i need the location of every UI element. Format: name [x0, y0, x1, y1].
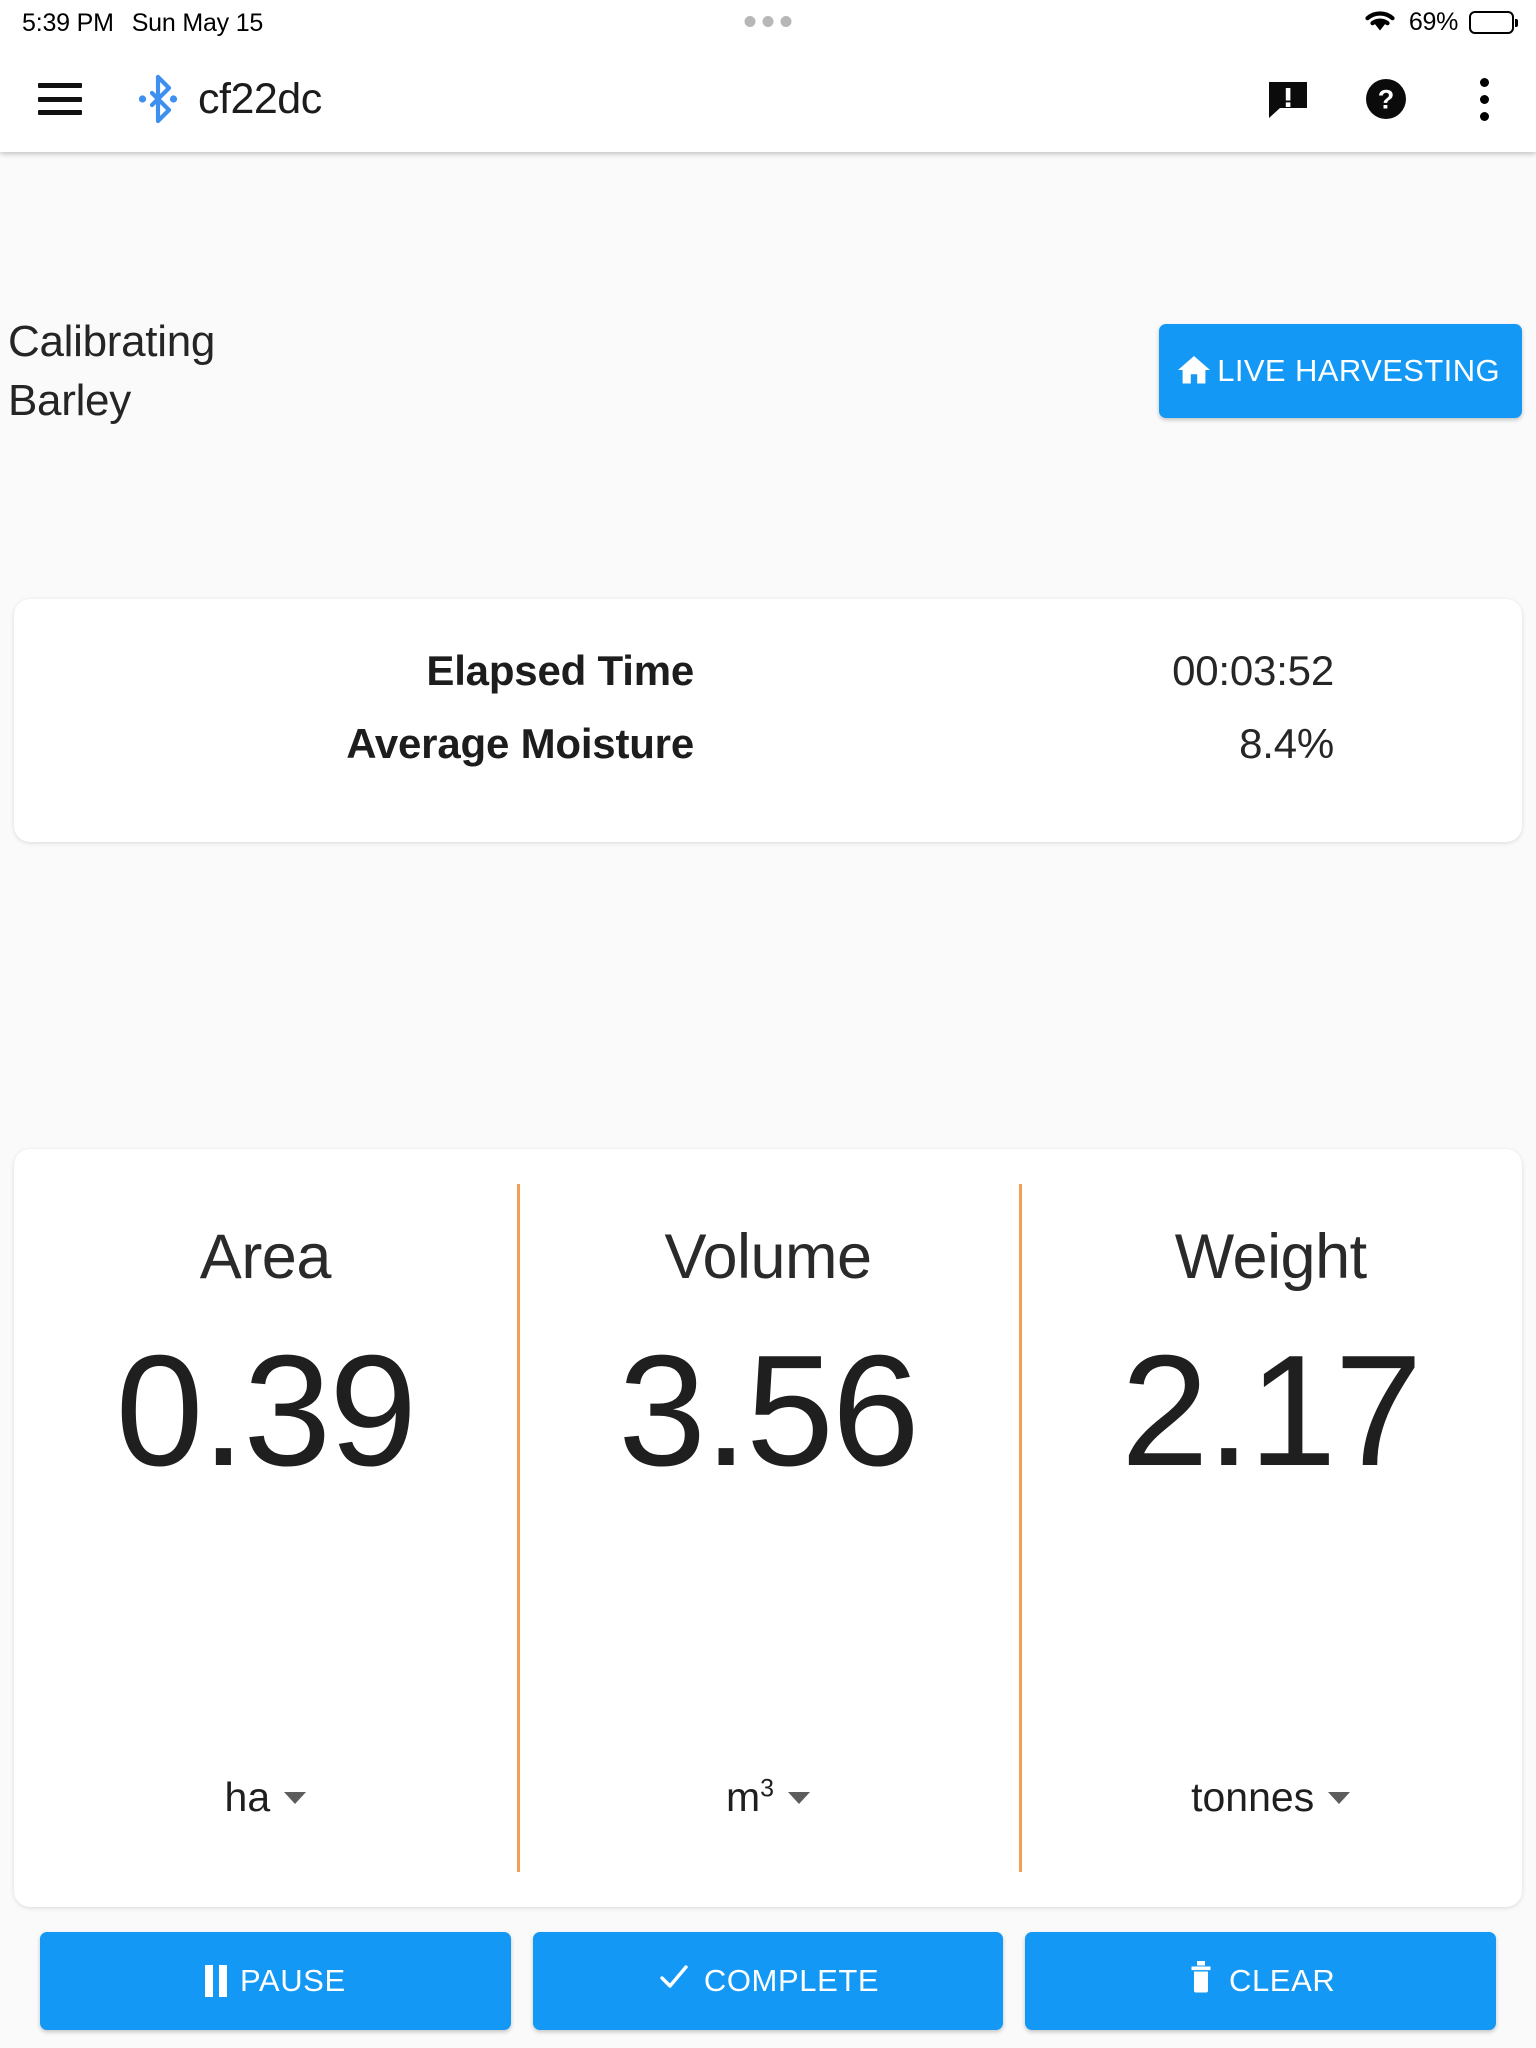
- hamburger-menu-icon[interactable]: [38, 83, 82, 115]
- action-bar: PAUSE COMPLETE CLEAR: [0, 1932, 1536, 2042]
- chevron-down-icon: [788, 1791, 811, 1804]
- weight-unit-dropdown[interactable]: tonnes: [1191, 1774, 1351, 1821]
- metric-column-volume: Volume 3.56 m3: [516, 1149, 1020, 1907]
- svg-text:?: ?: [1378, 85, 1395, 115]
- chevron-down-icon: [1328, 1791, 1351, 1804]
- clear-label: CLEAR: [1228, 1963, 1336, 1998]
- summary-value: 8.4%: [1239, 720, 1334, 767]
- complete-label: COMPLETE: [703, 1963, 880, 1998]
- battery-percent-label: 69%: [1408, 7, 1458, 36]
- summary-row-elapsed-time: Elapsed Time 00:03:52: [14, 647, 1522, 695]
- device-name-title: cf22dc: [198, 74, 322, 123]
- area-unit-dropdown[interactable]: ha: [225, 1774, 307, 1821]
- status-bar-left: 5:39 PM Sun May 15: [22, 9, 263, 38]
- page-title-line-2: Barley: [8, 376, 131, 425]
- battery-icon: [1469, 10, 1518, 34]
- pause-button[interactable]: PAUSE: [40, 1932, 511, 2030]
- complete-button[interactable]: COMPLETE: [532, 1932, 1004, 2030]
- summary-label: Average Moisture: [346, 720, 694, 767]
- pause-label: PAUSE: [239, 1963, 346, 1998]
- app-bar: cf22dc ?: [0, 46, 1536, 152]
- page-title-line-1: Calibrating: [8, 317, 216, 366]
- dot-icon: [762, 16, 774, 27]
- summary-row-average-moisture: Average Moisture 8.4%: [14, 720, 1522, 768]
- metric-value: 3.56: [618, 1323, 920, 1499]
- home-icon: [1173, 349, 1215, 394]
- check-icon: [657, 1960, 691, 2002]
- app-root: 5:39 PM Sun May 15 69% cf22dc ? Calibrat…: [0, 0, 1536, 2048]
- header-row: Calibrating Barley LIVE HARVESTING: [0, 312, 1536, 432]
- metric-column-weight: Weight 2.17 tonnes: [1019, 1149, 1522, 1907]
- page-title: Calibrating Barley: [8, 312, 215, 430]
- help-icon[interactable]: ?: [1360, 73, 1412, 125]
- weight-unit-label: tonnes: [1191, 1774, 1315, 1820]
- status-bar-right: 69%: [1362, 6, 1518, 38]
- area-unit-label: ha: [224, 1774, 271, 1820]
- live-harvesting-label: LIVE HARVESTING: [1217, 353, 1500, 388]
- metric-value: 2.17: [1120, 1323, 1423, 1499]
- pause-icon: [204, 1965, 227, 1997]
- chevron-down-icon: [284, 1791, 307, 1804]
- app-bar-actions: ?: [1262, 73, 1510, 125]
- trash-icon: [1186, 1959, 1216, 2003]
- status-bar: 5:39 PM Sun May 15 69%: [0, 0, 1536, 46]
- live-harvesting-button[interactable]: LIVE HARVESTING: [1159, 324, 1522, 418]
- wifi-icon: [1362, 6, 1398, 38]
- handoff-dots-indicator: [744, 16, 792, 27]
- dot-icon: [744, 16, 756, 27]
- metric-title: Weight: [1174, 1222, 1367, 1292]
- status-date: Sun May 15: [131, 8, 264, 37]
- overflow-menu-icon[interactable]: [1458, 73, 1510, 125]
- volume-unit-label: m3: [725, 1774, 775, 1820]
- page-content: Calibrating Barley LIVE HARVESTING Elaps…: [0, 152, 1536, 2048]
- summary-label: Elapsed Time: [426, 647, 694, 694]
- metric-column-area: Area 0.39 ha: [14, 1149, 517, 1907]
- metric-title: Volume: [664, 1222, 872, 1292]
- metric-title: Area: [199, 1222, 332, 1292]
- dot-icon: [780, 16, 792, 27]
- status-time: 5:39 PM: [22, 8, 114, 37]
- summary-card: Elapsed Time 00:03:52 Average Moisture 8…: [14, 599, 1522, 842]
- metrics-card: Area 0.39 ha Volume 3.56 m3 Weight 2.17: [14, 1149, 1522, 1907]
- clear-button[interactable]: CLEAR: [1025, 1932, 1497, 2030]
- bluetooth-connected-icon: [138, 74, 178, 124]
- metric-value: 0.39: [115, 1323, 418, 1499]
- feedback-icon[interactable]: [1262, 73, 1314, 125]
- volume-unit-dropdown[interactable]: m3: [725, 1774, 811, 1821]
- summary-value: 00:03:52: [1172, 647, 1334, 694]
